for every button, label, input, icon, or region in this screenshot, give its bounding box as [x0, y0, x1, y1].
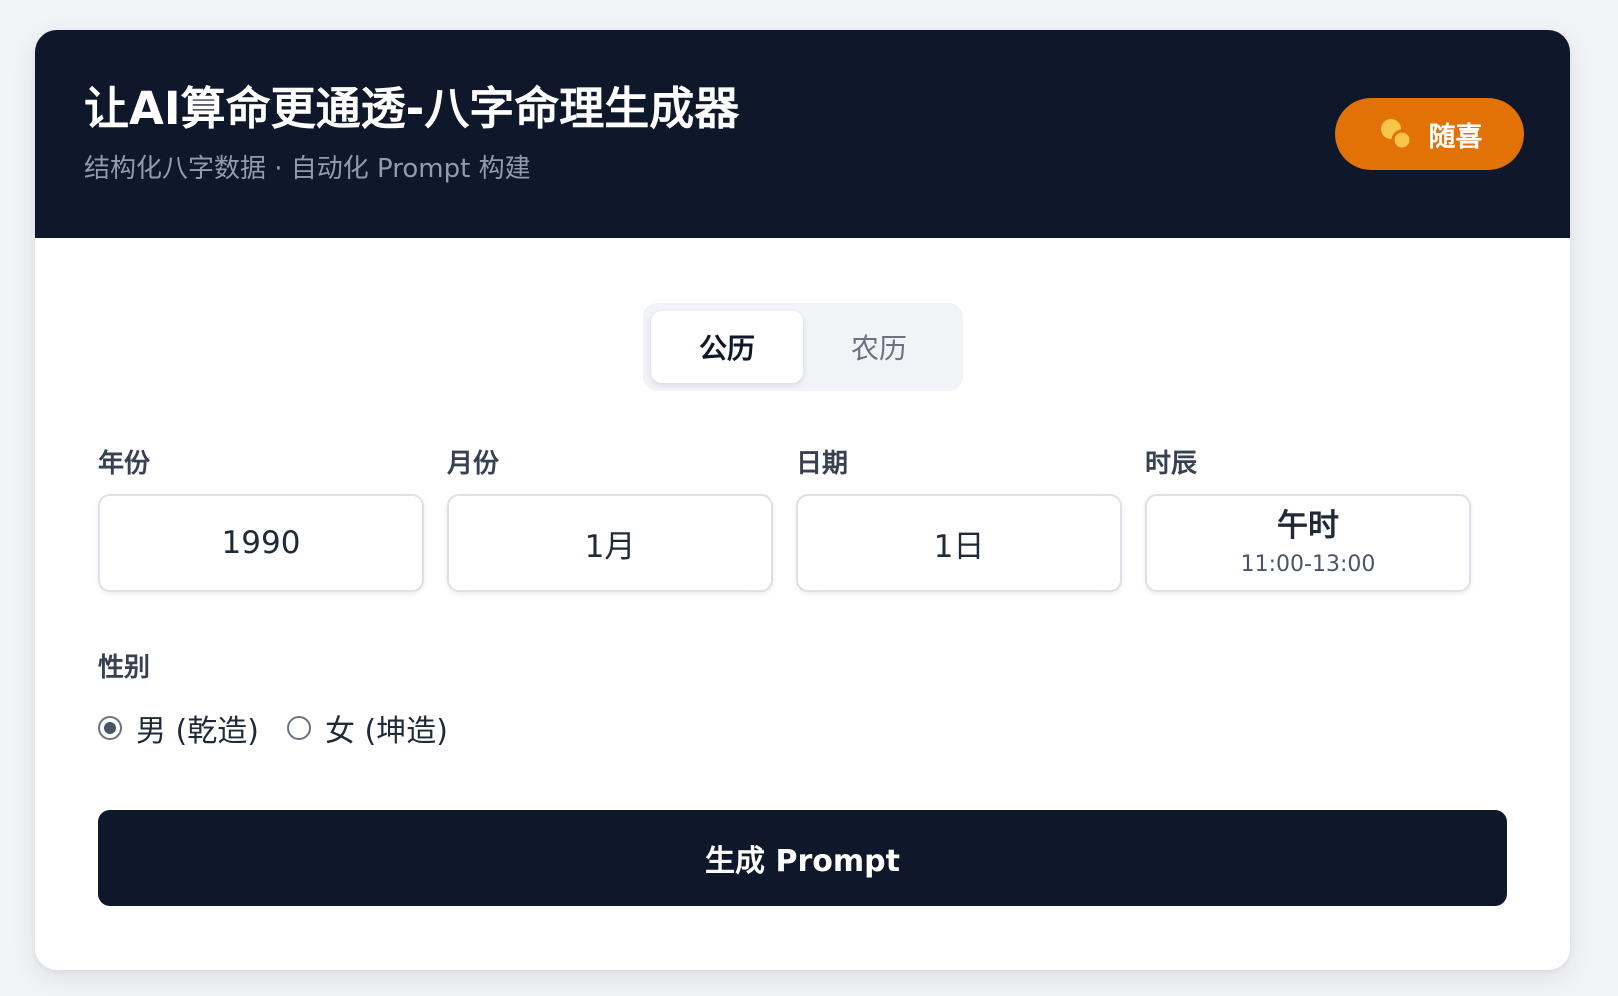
- day-label: 日期: [796, 449, 849, 479]
- hour-range: 11:00-13:00: [1240, 552, 1376, 578]
- gender-label: 性别: [98, 653, 151, 683]
- tab-lunar-calendar[interactable]: 农历: [803, 311, 955, 383]
- coins-icon: [1380, 119, 1412, 151]
- month-label: 月份: [447, 449, 500, 479]
- month-value: 1月: [584, 528, 636, 565]
- radio-dot: [104, 722, 116, 734]
- month-select[interactable]: 1月: [447, 494, 773, 592]
- gender-female-label: 女 (坤造): [325, 714, 448, 749]
- gender-female-radio[interactable]: 女 (坤造): [287, 706, 448, 750]
- donate-button[interactable]: 随喜: [1335, 98, 1524, 170]
- header-banner: 让AI算命更通透-八字命理生成器 结构化八字数据 · 自动化 Prompt 构建…: [35, 30, 1570, 238]
- hour-select[interactable]: 午时 11:00-13:00: [1145, 494, 1471, 592]
- page-subtitle: 结构化八字数据 · 自动化 Prompt 构建: [84, 154, 531, 184]
- radio-unchecked-icon[interactable]: [287, 716, 311, 740]
- day-value: 1日: [933, 528, 985, 565]
- radio-checked-icon[interactable]: [98, 716, 122, 740]
- year-select[interactable]: 1990: [98, 494, 424, 592]
- generate-prompt-button[interactable]: 生成 Prompt: [98, 810, 1507, 906]
- tab-solar-calendar[interactable]: 公历: [651, 311, 803, 383]
- year-value: 1990: [221, 525, 301, 561]
- calendar-type-toggle: 公历 农历: [643, 303, 963, 391]
- main-card: 让AI算命更通透-八字命理生成器 结构化八字数据 · 自动化 Prompt 构建…: [35, 30, 1570, 970]
- gender-male-radio[interactable]: 男 (乾造): [98, 706, 259, 750]
- gender-male-label: 男 (乾造): [136, 714, 259, 749]
- donate-button-label: 随喜: [1428, 121, 1483, 153]
- hour-label: 时辰: [1145, 449, 1198, 479]
- day-select[interactable]: 1日: [796, 494, 1122, 592]
- year-label: 年份: [98, 449, 151, 479]
- page-title: 让AI算命更通透-八字命理生成器: [84, 82, 740, 135]
- hour-value: 午时: [1277, 507, 1339, 544]
